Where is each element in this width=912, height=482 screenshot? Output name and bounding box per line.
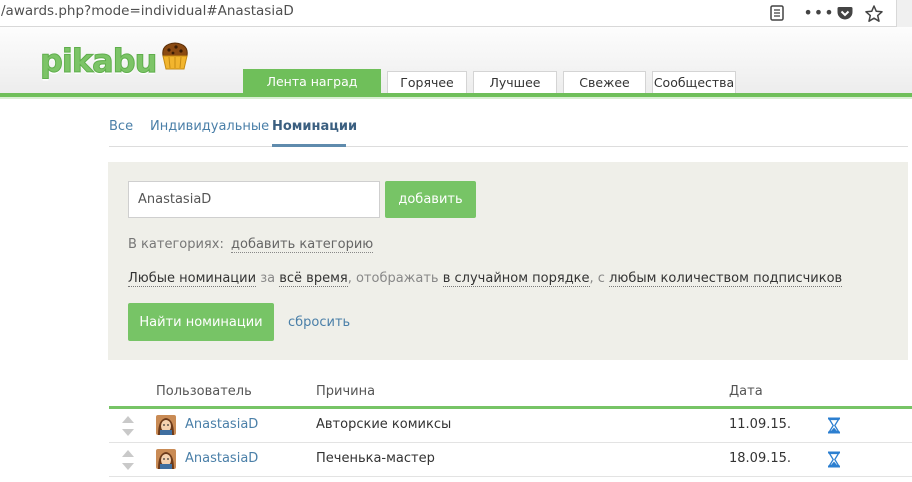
header-green-shadow	[0, 97, 912, 99]
filter-word-with: , с	[589, 271, 610, 286]
more-icon[interactable]: •••	[803, 4, 833, 22]
scrollbar[interactable]	[896, 0, 912, 27]
row-user-link[interactable]: AnastasiaD	[185, 451, 258, 466]
period-filter-link[interactable]: всё время	[279, 271, 348, 287]
order-filter-link[interactable]: в случайном порядке	[442, 271, 590, 287]
page-root: /awards.php?mode=individual#AnastasiaD •…	[0, 0, 912, 482]
pocket-icon[interactable]	[836, 4, 854, 22]
subtab-individual[interactable]: Индивидуальные	[150, 119, 269, 134]
user-search-input[interactable]	[128, 181, 380, 218]
subtab-nominations[interactable]: Номинации	[272, 119, 357, 134]
site-logo[interactable]: pikabu	[39, 38, 193, 81]
site-header: pikabu Лента наград Горячее Лучшее Свеже…	[0, 27, 912, 96]
nav-tab-new[interactable]: Свежее	[563, 71, 646, 93]
subscribers-filter-link[interactable]: любым количеством подписчиков	[609, 271, 843, 287]
table-row: AnastasiaD Печенька-мастер 18.09.15.	[109, 443, 912, 477]
hourglass-icon[interactable]	[827, 417, 841, 434]
column-header-reason[interactable]: Причина	[316, 384, 375, 399]
filter-word-for: за	[256, 271, 280, 286]
nav-tab-hot[interactable]: Горячее	[387, 71, 467, 93]
muffin-icon	[157, 38, 193, 78]
nav-tab-awards-feed[interactable]: Лента наград	[243, 69, 381, 93]
row-reason: Авторские комиксы	[316, 417, 452, 432]
award-subtabs: Все Индивидуальные Номинации	[109, 110, 908, 147]
column-header-date[interactable]: Дата	[729, 384, 763, 399]
browser-url-bar: /awards.php?mode=individual#AnastasiaD •…	[0, 0, 912, 27]
nav-tab-communities[interactable]: Сообщества	[652, 71, 736, 93]
filter-panel: добавить В категориях: добавить категори…	[108, 162, 908, 360]
table-row: AnastasiaD Авторские комиксы 11.09.15.	[109, 409, 912, 443]
hourglass-icon[interactable]	[827, 451, 841, 468]
vote-arrows-icon[interactable]	[121, 414, 135, 438]
find-nominations-button[interactable]: Найти номинации	[128, 303, 274, 341]
table-header: Пользователь Причина Дата	[109, 380, 912, 406]
main-nav: Лента наград Горячее Лучшее Свежее Сообщ…	[243, 69, 736, 93]
logo-text: pikabu	[39, 42, 157, 81]
add-user-button[interactable]: добавить	[385, 181, 476, 218]
url-text[interactable]: /awards.php?mode=individual#AnastasiaD	[1, 3, 294, 19]
column-header-user[interactable]: Пользователь	[156, 384, 252, 399]
avatar[interactable]	[156, 415, 176, 435]
avatar[interactable]	[156, 449, 176, 469]
row-user-link[interactable]: AnastasiaD	[185, 417, 258, 432]
add-category-link[interactable]: добавить категорию	[231, 237, 374, 253]
active-subtab-indicator	[272, 144, 346, 147]
bookmark-star-icon[interactable]	[865, 4, 883, 22]
row-date: 11.09.15.	[729, 417, 792, 432]
subtab-all[interactable]: Все	[109, 119, 133, 134]
filter-sentence: Любые номинации за всё время, отображать…	[128, 271, 843, 287]
nav-tab-best[interactable]: Лучшее	[473, 71, 557, 93]
row-date: 18.09.15.	[729, 451, 792, 466]
reader-view-icon[interactable]	[768, 4, 786, 22]
filter-word-show: , отображать	[347, 271, 443, 286]
nominations-filter-link[interactable]: Любые номинации	[128, 271, 257, 287]
row-reason: Печенька-мастер	[316, 451, 435, 466]
reset-link[interactable]: сбросить	[288, 315, 350, 330]
vote-arrows-icon[interactable]	[121, 448, 135, 472]
categories-label: В категориях:	[128, 237, 224, 252]
